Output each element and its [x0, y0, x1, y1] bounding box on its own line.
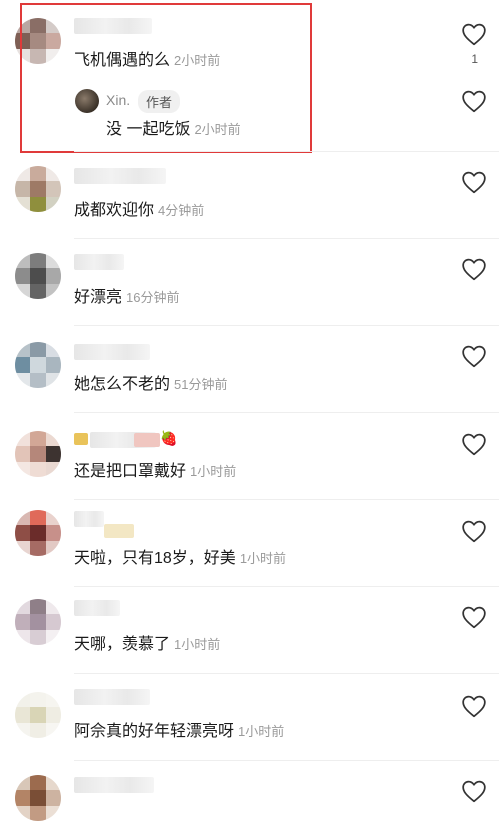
avatar[interactable]	[15, 692, 61, 738]
comment-text: 她怎么不老的 51分钟前	[74, 376, 228, 393]
avatar[interactable]	[15, 431, 61, 477]
avatar[interactable]	[15, 510, 61, 556]
comment-text: 天哪，羡慕了 1小时前	[74, 636, 221, 653]
like-count: 1	[471, 52, 478, 66]
heart-outline-icon[interactable]	[461, 519, 487, 543]
username-blurred	[104, 524, 134, 538]
comment-time: 1小时前	[239, 551, 287, 566]
heart-outline-icon[interactable]	[461, 432, 487, 456]
avatar[interactable]	[15, 253, 61, 299]
comment-text: 还是把口罩戴好 1小时前	[74, 463, 237, 480]
comment-item: 她怎么不老的 51分钟前	[0, 326, 499, 413]
comment-time: 16分钟前	[126, 290, 180, 305]
heart-outline-icon[interactable]	[461, 170, 487, 194]
username-blurred[interactable]	[74, 600, 120, 616]
username-blurred[interactable]	[74, 344, 150, 360]
comment-text: 成都欢迎你 4分钟前	[74, 202, 205, 219]
heart-outline-icon[interactable]	[461, 257, 487, 281]
comment-item: 天啦，只有18岁，好美 1小时前	[0, 500, 499, 587]
username-blurred[interactable]	[74, 511, 104, 527]
comment-text: 天啦，只有18岁，好美 1小时前	[74, 550, 287, 567]
comment-item: 天哪，羡慕了 1小时前	[0, 587, 499, 674]
avatar[interactable]	[15, 599, 61, 645]
comment-item: 🍓 还是把口罩戴好 1小时前	[0, 413, 499, 500]
comment-time: 1小时前	[190, 464, 237, 479]
strawberry-icon: 🍓	[160, 430, 178, 446]
avatar[interactable]	[15, 342, 61, 388]
username-blurred[interactable]	[74, 777, 154, 793]
comment-item	[0, 761, 499, 821]
username-blurred[interactable]	[74, 168, 166, 184]
comment-item: 阿佘真的好年轻漂亮呀 1小时前	[0, 674, 499, 761]
comment-time: 1小时前	[238, 724, 285, 739]
highlight-box	[20, 3, 312, 153]
heart-outline-icon[interactable]	[461, 779, 487, 803]
comment-time: 51分钟前	[174, 377, 228, 392]
badge-icon	[74, 433, 88, 445]
comment-item: 好漂亮 16分钟前	[0, 239, 499, 326]
heart-outline-icon[interactable]	[461, 22, 487, 46]
heart-outline-icon[interactable]	[461, 694, 487, 718]
heart-outline-icon[interactable]	[461, 344, 487, 368]
username-blurred	[134, 433, 160, 447]
username-blurred[interactable]	[74, 689, 150, 705]
avatar[interactable]	[15, 775, 61, 821]
comment-time: 1小时前	[174, 637, 221, 652]
heart-outline-icon[interactable]	[461, 605, 487, 629]
comment-text: 阿佘真的好年轻漂亮呀 1小时前	[74, 723, 285, 740]
comment-text: 好漂亮 16分钟前	[74, 289, 180, 306]
comment-time: 4分钟前	[158, 203, 205, 218]
avatar[interactable]	[15, 166, 61, 212]
username-blurred[interactable]	[74, 254, 124, 270]
comment-item: 成都欢迎你 4分钟前	[0, 152, 499, 239]
heart-outline-icon[interactable]	[461, 89, 487, 113]
